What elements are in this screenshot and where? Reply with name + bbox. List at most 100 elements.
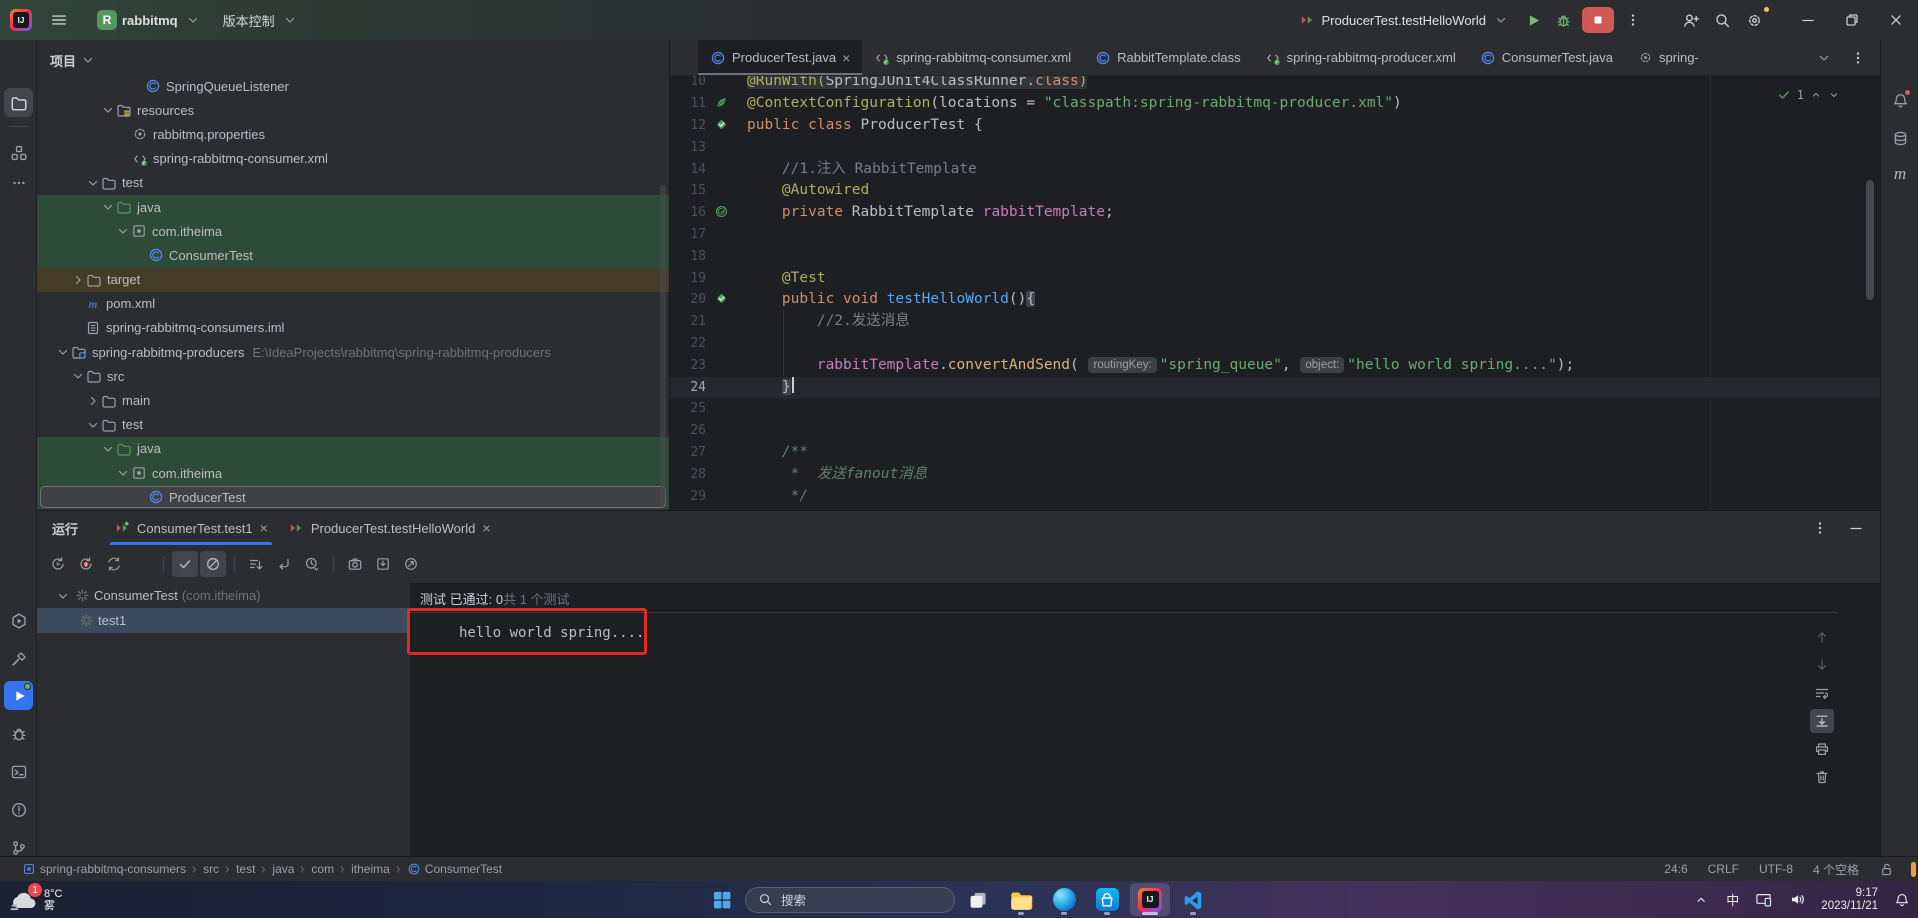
tree-chevron-right-icon[interactable] (85, 393, 101, 409)
tab-close-icon[interactable]: × (842, 51, 850, 65)
code-line-17[interactable]: 17 (670, 224, 1880, 246)
gutter-run-test-icon[interactable] (714, 117, 732, 135)
show-ignored-button[interactable] (200, 551, 226, 577)
code-line-26[interactable]: 26 (670, 420, 1880, 442)
tree-item-com-itheima[interactable]: com.itheima (37, 461, 669, 486)
gutter-spring-leaf-icon[interactable] (714, 95, 732, 113)
taskbar-task-view-button[interactable] (958, 883, 998, 916)
run-tab-consumertest-test1[interactable]: ConsumerTest.test1 × (104, 511, 278, 545)
breadcrumb-com[interactable]: com (311, 862, 334, 876)
tree-chevron-down-icon[interactable] (115, 223, 131, 239)
inspection-widget[interactable]: 1 (1777, 88, 1840, 102)
maven-tool-button[interactable]: m (1886, 160, 1914, 188)
code-line-21[interactable]: 21 //2.发送消息 (670, 311, 1880, 333)
tree-item-com-itheima[interactable]: com.itheima (37, 219, 669, 244)
kebab-button[interactable] (426, 551, 452, 577)
editor-tab-rabbittemplate-class[interactable]: RabbitTemplate.class (1083, 40, 1253, 75)
lock-open-icon[interactable] (1879, 862, 1894, 877)
cast-screen-icon[interactable] (1753, 890, 1773, 910)
tree-chevron-down-icon[interactable] (100, 441, 116, 457)
run-configuration-widget[interactable]: ProducerTest.testHelloWorld (1290, 6, 1519, 34)
window-restore-button[interactable] (1830, 0, 1874, 40)
tree-chevron-down-icon[interactable] (100, 199, 116, 215)
activity-terminal-button[interactable] (4, 757, 33, 786)
activity-problems-button[interactable] (4, 795, 33, 824)
code-line-12[interactable]: 12 public class ProducerTest { (670, 115, 1880, 137)
breadcrumb-src[interactable]: src (203, 862, 219, 876)
main-menu-button[interactable] (42, 6, 76, 34)
tab-list-chevron-icon[interactable] (1814, 48, 1834, 68)
editor-tab-spring-[interactable]: spring- (1625, 40, 1711, 75)
code-line-16[interactable]: 16 private RabbitTemplate rabbitTemplate… (670, 202, 1880, 224)
code-line-23[interactable]: 23 rabbitTemplate.convertAndSend( routin… (670, 355, 1880, 377)
tray-bell-icon[interactable] (1892, 890, 1912, 910)
tree-chevron-right-icon[interactable] (70, 272, 86, 288)
editor-tab-producertest-java[interactable]: ProducerTest.java × (698, 40, 863, 75)
code-line-11[interactable]: 11 @ContextConfiguration(locations = "cla… (670, 93, 1880, 115)
clock-widget[interactable]: 9:17 2023/11/21 (1821, 887, 1878, 913)
activity-debug-button[interactable] (4, 719, 33, 748)
activity-more-button[interactable] (4, 168, 33, 197)
code-line-22[interactable]: 22 (670, 333, 1880, 355)
taskbar-explorer-button[interactable] (1001, 883, 1041, 916)
code-line-24[interactable]: 24 } (670, 376, 1880, 399)
notifications-button[interactable] (1886, 86, 1914, 114)
hide-panel-icon[interactable] (1846, 518, 1866, 538)
tree-item-java[interactable]: java (37, 436, 669, 461)
tab-close-icon[interactable]: × (260, 520, 268, 536)
tree-item-src[interactable]: src (37, 364, 669, 388)
console-print-button[interactable] (1810, 737, 1834, 761)
window-minimize-button[interactable] (1786, 0, 1830, 40)
code-line-19[interactable]: 19 @Test (670, 268, 1880, 290)
breadcrumb-spring-rabbitmq-consumers[interactable]: spring-rabbitmq-consumers (22, 862, 186, 876)
test-node-consumertest[interactable]: ConsumerTest (com.itheima) (37, 583, 410, 608)
activity-build-button[interactable] (4, 644, 33, 673)
code-line-27[interactable]: 27 /** (670, 442, 1880, 464)
editor-options-kebab-icon[interactable] (1848, 48, 1868, 68)
console-up-button[interactable] (1810, 625, 1834, 649)
console-soft-wrap-button[interactable] (1810, 681, 1834, 705)
stop-button[interactable] (1582, 7, 1614, 33)
start-button[interactable] (702, 883, 742, 916)
tab-close-icon[interactable]: × (482, 520, 490, 536)
tree-item-resources[interactable]: resources (37, 98, 669, 122)
breadcrumb-java[interactable]: java (272, 862, 294, 876)
tree-chevron-down-icon[interactable] (85, 417, 101, 433)
console-down-button[interactable] (1810, 653, 1834, 677)
rerun-failed-button[interactable] (73, 551, 99, 577)
code-with-me-button[interactable] (1674, 6, 1706, 34)
chevron-up-icon[interactable] (1810, 89, 1822, 101)
taskbar-store-button[interactable] (1087, 883, 1127, 916)
navigate-button[interactable] (271, 551, 297, 577)
tree-item-rabbitmq-properties[interactable]: rabbitmq.properties (37, 122, 669, 146)
editor-tab-spring-rabbitmq-consumer-xml[interactable]: spring-rabbitmq-consumer.xml (862, 40, 1083, 75)
test-node-test1[interactable]: test1 (37, 608, 410, 633)
editor-tab-spring-rabbitmq-producer-xml[interactable]: spring-rabbitmq-producer.xml (1253, 40, 1468, 75)
tree-chevron-down-icon[interactable] (55, 344, 71, 360)
breadcrumb-test[interactable]: test (236, 862, 255, 876)
project-widget[interactable]: R rabbitmq (90, 6, 210, 34)
breadcrumb-itheima[interactable]: itheima (351, 862, 390, 876)
pin-button[interactable] (398, 551, 424, 577)
tree-item-producertest[interactable]: ProducerTest (37, 485, 669, 510)
code-line-10[interactable]: 10 @RunWith(SpringJUnit4ClassRunner.class… (670, 76, 1880, 93)
tree-item-test[interactable]: test (37, 171, 669, 195)
breadcrumb-consumertest[interactable]: ConsumerTest (407, 862, 502, 876)
search-everywhere-button[interactable] (1706, 6, 1738, 34)
import-button[interactable] (370, 551, 396, 577)
tree-item-java[interactable]: java (37, 194, 669, 220)
activity-services-button[interactable] (4, 606, 33, 635)
tree-item-test[interactable]: test (37, 413, 669, 437)
tree-chevron-down-icon[interactable] (115, 465, 131, 481)
console-trash-button[interactable] (1810, 765, 1834, 789)
ime-indicator[interactable]: 中 (1726, 890, 1739, 909)
code-line-15[interactable]: 15 @Autowired (670, 180, 1880, 202)
clock-button[interactable] (299, 551, 325, 577)
window-close-button[interactable] (1874, 0, 1918, 40)
chevron-down-icon[interactable] (1828, 89, 1840, 101)
tree-item-target[interactable]: target (37, 267, 669, 292)
database-tool-button[interactable] (1886, 124, 1914, 152)
weather-widget[interactable]: 1 8°C 雾 (8, 881, 62, 918)
activity-project-button[interactable] (4, 88, 33, 117)
run-button[interactable] (1518, 6, 1548, 34)
